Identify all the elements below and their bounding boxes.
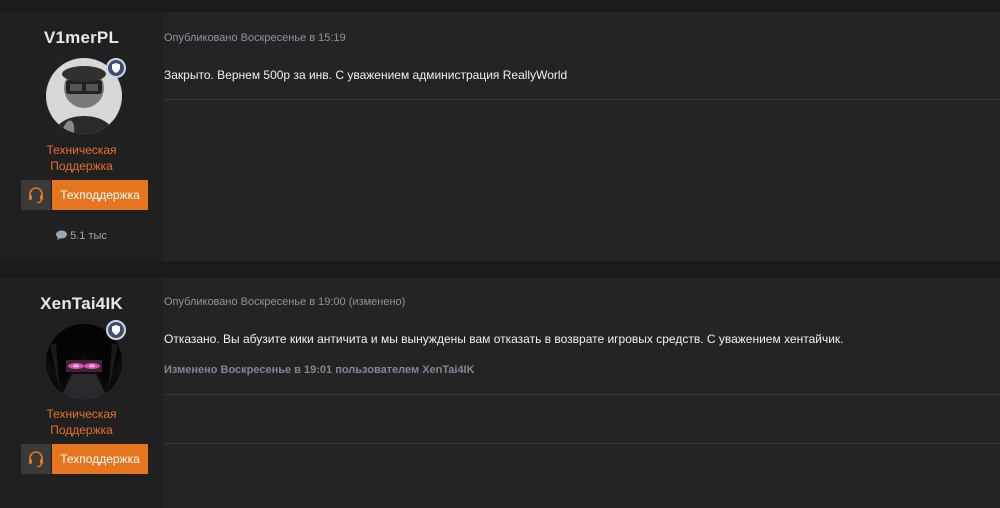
- username[interactable]: XenTai4IK: [0, 294, 163, 314]
- headset-icon: [29, 187, 43, 204]
- banner-icon-box: [21, 180, 51, 210]
- staff-badge: [106, 58, 126, 78]
- post-author-sidebar: V1merPL Техническая Поддержка Техподдерж…: [0, 12, 163, 261]
- support-banner: Техподдержка: [52, 444, 148, 474]
- user-title: Техническая Поддержка: [0, 142, 163, 174]
- post-2: XenTai4IK Техническая Поддержка Техподде…: [0, 278, 1000, 508]
- post-divider: [164, 99, 1000, 100]
- post-timestamp[interactable]: Опубликовано Воскресенье в 15:19: [164, 32, 346, 44]
- user-title-line-2: Поддержка: [50, 159, 113, 173]
- user-title: Техническая Поддержка: [0, 406, 163, 438]
- post-body: Отказано. Вы абузите кики античита и мы …: [164, 332, 844, 346]
- banner-icon-box: [21, 444, 51, 474]
- staff-badge: [106, 320, 126, 340]
- user-title-line-2: Поддержка: [50, 423, 113, 437]
- post-author-sidebar: XenTai4IK Техническая Поддержка Техподде…: [0, 278, 163, 508]
- post-body: Закрыто. Вернем 500р за инв. С уважением…: [164, 68, 568, 82]
- user-title-line-1: Техническая: [46, 407, 117, 421]
- message-count-value: 5.1 тыс: [70, 230, 107, 242]
- post-footer-divider: [164, 443, 1000, 444]
- shield-icon: [112, 63, 120, 73]
- post-1: V1merPL Техническая Поддержка Техподдерж…: [0, 12, 1000, 261]
- username[interactable]: V1merPL: [0, 28, 163, 48]
- support-banner: Техподдержка: [52, 180, 148, 210]
- speech-bubble-icon: [56, 230, 68, 240]
- post-timestamp[interactable]: Опубликовано Воскресенье в 19:00 (измене…: [164, 296, 405, 308]
- message-count[interactable]: 5.1 тыс: [0, 230, 163, 242]
- user-banner: Техподдержка: [21, 180, 148, 210]
- headset-icon: [29, 451, 43, 468]
- user-banner: Техподдержка: [21, 444, 148, 474]
- edited-note[interactable]: Изменено Воскресенье в 19:01 пользовател…: [164, 364, 475, 376]
- shield-icon: [112, 325, 120, 335]
- post-divider: [164, 394, 1000, 395]
- user-title-line-1: Техническая: [46, 143, 117, 157]
